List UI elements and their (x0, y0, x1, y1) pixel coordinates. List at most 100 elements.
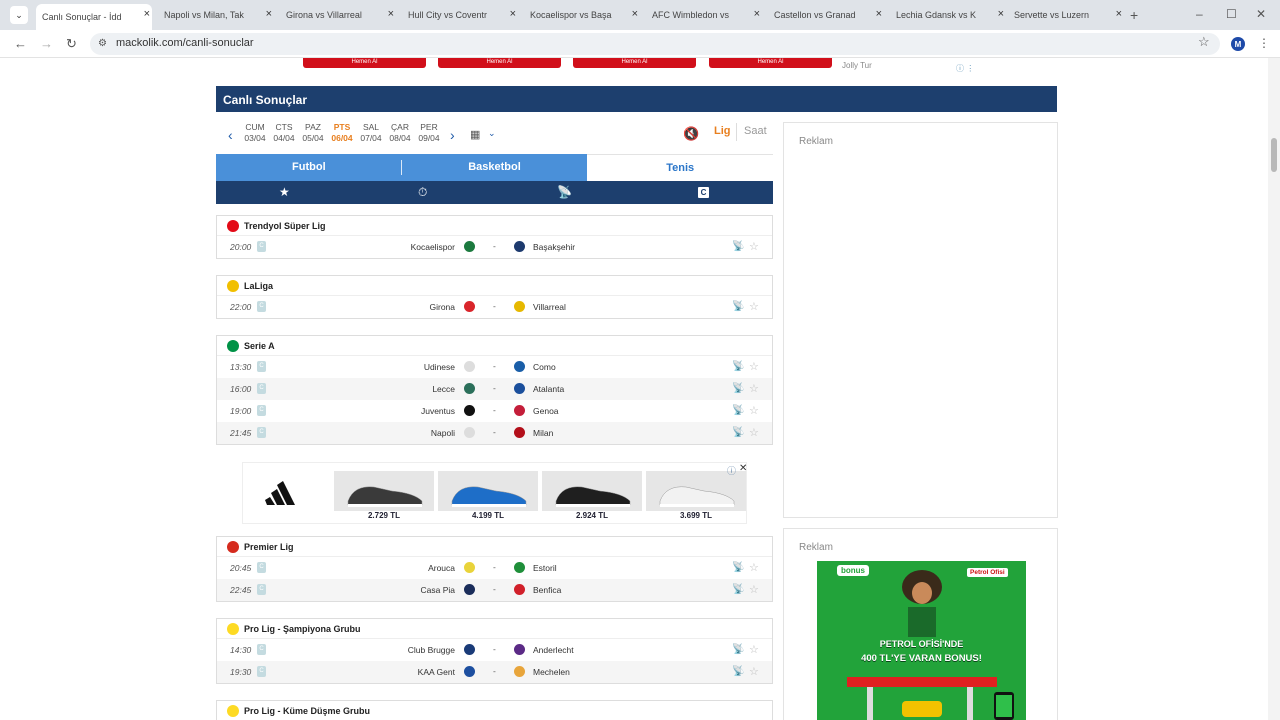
favorite-star-icon[interactable]: ☆ (749, 643, 759, 656)
tv-broadcast-icon[interactable]: 📡 (732, 361, 744, 372)
ad-info-icon[interactable]: ⓘ ⋮ (956, 63, 974, 74)
tab-basketbol[interactable]: Basketbol (401, 154, 588, 181)
new-tab-button[interactable]: + (1130, 7, 1138, 23)
close-tab-icon[interactable]: × (998, 8, 1004, 20)
close-tab-icon[interactable]: × (144, 8, 150, 20)
browser-tab[interactable]: mAFC Wimbledon vs× (646, 4, 762, 26)
league-header[interactable]: LaLiga (217, 276, 772, 296)
match-row[interactable]: 14:30 C Club Brugge - Anderlecht 📡 ☆ (217, 639, 772, 661)
close-tab-icon[interactable]: × (1116, 8, 1122, 20)
date-item[interactable]: PAZ 05/04 (299, 122, 327, 144)
shoe-product-image[interactable] (646, 471, 746, 511)
tv-broadcast-icon[interactable]: 📡 (732, 666, 744, 677)
tv-broadcast-icon[interactable]: 📡 (732, 383, 744, 394)
browser-tab[interactable]: mCanlı Sonuçlar - İdd× (36, 4, 152, 30)
tv-broadcast-icon[interactable]: 📡 (732, 584, 744, 595)
shoe-product-image[interactable] (438, 471, 538, 511)
browser-tab[interactable]: mLechia Gdansk vs K× (890, 4, 1006, 26)
tv-icon[interactable]: 📡 (557, 185, 572, 199)
browser-tab[interactable]: mKocaelispor vs Başa× (524, 4, 640, 26)
match-row[interactable]: 19:00 C Juventus - Genoa 📡 ☆ (217, 400, 772, 422)
chevron-down-icon[interactable]: ⌄ (488, 128, 496, 139)
favorite-star-icon[interactable]: ☆ (749, 360, 759, 373)
shoe-product-image[interactable] (542, 471, 642, 511)
top-ad-button[interactable]: Hemen Al (303, 58, 426, 68)
star-icon[interactable]: ★ (279, 185, 290, 199)
mute-icon[interactable]: 🔇 (683, 126, 699, 142)
league-header[interactable]: Premier Lig (217, 537, 772, 557)
browser-tab[interactable]: mCastellon vs Granad× (768, 4, 884, 26)
close-tab-icon[interactable]: × (876, 8, 882, 20)
tab-tenis[interactable]: Tenis (587, 154, 774, 181)
tab-search-button[interactable]: ⌄ (10, 6, 28, 24)
league-header[interactable]: Trendyol Süper Lig (217, 216, 772, 236)
browser-tab[interactable]: mServette vs Luzern× (1008, 4, 1124, 26)
top-ad-button[interactable]: Hemen Al (709, 58, 832, 68)
match-row[interactable]: 13:30 C Udinese - Como 📡 ☆ (217, 356, 772, 378)
league-header[interactable]: Pro Lig - Şampiyona Grubu (217, 619, 772, 639)
address-bar[interactable]: ⚙ mackolik.com/canli-sonuclar (90, 33, 1220, 55)
ad-close-icon[interactable]: ✕ (739, 463, 747, 474)
ad-info-icon[interactable]: ⓘ (727, 464, 736, 477)
date-item[interactable]: CTS 04/04 (270, 122, 298, 144)
tab-futbol[interactable]: Futbol (216, 154, 402, 181)
match-row[interactable]: 20:45 C Arouca - Estoril 📡 ☆ (217, 557, 772, 579)
favorite-star-icon[interactable]: ☆ (749, 404, 759, 417)
url-text[interactable]: mackolik.com/canli-sonuclar (116, 37, 254, 49)
forward-icon[interactable]: → (40, 36, 53, 51)
next-date-icon[interactable]: › (450, 127, 455, 143)
tv-broadcast-icon[interactable]: 📡 (732, 427, 744, 438)
close-tab-icon[interactable]: × (510, 8, 516, 20)
favorite-star-icon[interactable]: ☆ (749, 426, 759, 439)
browser-tab[interactable]: mGirona vs Villarreal× (280, 4, 396, 26)
stopwatch-icon[interactable]: ⏱ (418, 185, 427, 200)
bookmark-star-icon[interactable]: ☆ (1198, 34, 1210, 50)
league-header[interactable]: Pro Lig - Küme Düşme Grubu (217, 701, 772, 720)
tv-broadcast-icon[interactable]: 📡 (732, 301, 744, 312)
tv-broadcast-icon[interactable]: 📡 (732, 405, 744, 416)
browser-menu-icon[interactable]: ⋮ (1258, 36, 1270, 50)
favorite-star-icon[interactable]: ☆ (749, 300, 759, 313)
favorite-star-icon[interactable]: ☆ (749, 382, 759, 395)
view-toggle-lig[interactable]: Lig (714, 125, 731, 137)
site-info-icon[interactable]: ⚙ (98, 38, 107, 49)
favorite-star-icon[interactable]: ☆ (749, 240, 759, 253)
browser-tab[interactable]: mNapoli vs Milan, Tak× (158, 4, 274, 26)
reload-icon[interactable]: ↻ (66, 36, 77, 52)
back-icon[interactable]: ← (14, 36, 27, 51)
browser-tab[interactable]: mHull City vs Coventr× (402, 4, 518, 26)
scrollbar-thumb[interactable] (1271, 138, 1277, 172)
adidas-ad-banner[interactable]: 2.729 TL 4.199 TL 2.924 TL 3.699 TL ⓘ ✕ (242, 462, 747, 524)
top-ad-button[interactable]: Hemen Al (573, 58, 696, 68)
shoe-product-image[interactable] (334, 471, 434, 511)
match-row[interactable]: 20:00 C Kocaelispor - Başakşehir 📡 ☆ (217, 236, 772, 258)
close-tab-icon[interactable]: × (388, 8, 394, 20)
league-header[interactable]: Serie A (217, 336, 772, 356)
tv-broadcast-icon[interactable]: 📡 (732, 241, 744, 252)
maximize-icon[interactable]: ☐ (1226, 7, 1237, 21)
profile-avatar[interactable]: M (1231, 37, 1245, 51)
close-tab-icon[interactable]: × (632, 8, 638, 20)
favorite-star-icon[interactable]: ☆ (749, 561, 759, 574)
calendar-icon[interactable]: ▦ (470, 128, 480, 141)
match-row[interactable]: 21:45 C Napoli - Milan 📡 ☆ (217, 422, 772, 444)
match-row[interactable]: 16:00 C Lecce - Atalanta 📡 ☆ (217, 378, 772, 400)
date-item[interactable]: PTS 06/04 (328, 122, 356, 144)
match-row[interactable]: 19:30 C KAA Gent - Mechelen 📡 ☆ (217, 661, 772, 683)
match-row[interactable]: 22:00 C Girona - Villarreal 📡 ☆ (217, 296, 772, 318)
date-item[interactable]: CUM 03/04 (241, 122, 269, 144)
view-toggle-saat[interactable]: Saat (744, 125, 767, 137)
close-window-icon[interactable]: ✕ (1256, 7, 1266, 21)
page-scrollbar[interactable] (1268, 58, 1280, 720)
minimize-icon[interactable]: – (1196, 7, 1203, 21)
close-tab-icon[interactable]: × (754, 8, 760, 20)
c-badge-icon[interactable]: C (698, 187, 709, 198)
close-tab-icon[interactable]: × (266, 8, 272, 20)
top-ad-button[interactable]: Hemen Al (438, 58, 561, 68)
tv-broadcast-icon[interactable]: 📡 (732, 644, 744, 655)
favorite-star-icon[interactable]: ☆ (749, 665, 759, 678)
prev-date-icon[interactable]: ‹ (228, 127, 233, 143)
date-item[interactable]: SAL 07/04 (357, 122, 385, 144)
date-item[interactable]: PER 09/04 (415, 122, 443, 144)
match-row[interactable]: 22:45 C Casa Pia - Benfica 📡 ☆ (217, 579, 772, 601)
